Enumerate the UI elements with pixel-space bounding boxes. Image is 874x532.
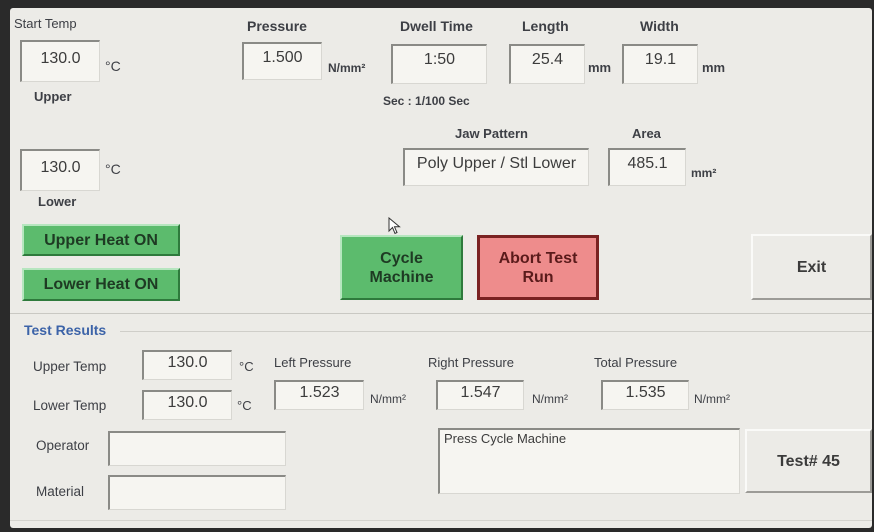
results-separator bbox=[10, 313, 872, 314]
upper-label: Upper bbox=[34, 89, 72, 104]
width-label: Width bbox=[640, 18, 679, 34]
total-pressure-field: 1.535 bbox=[601, 380, 689, 410]
upper-temp-unit: °C bbox=[105, 58, 121, 74]
test-number-button[interactable]: Test# 45 bbox=[745, 429, 872, 493]
pressure-label: Pressure bbox=[247, 18, 307, 34]
upper-temp-result-field: 130.0 bbox=[142, 350, 232, 380]
operator-label: Operator bbox=[36, 438, 90, 453]
test-results-title: Test Results bbox=[24, 322, 107, 338]
lower-label: Lower bbox=[38, 194, 77, 209]
right-pressure-label: Right Pressure bbox=[428, 355, 514, 370]
abort-line1: Abort Test bbox=[498, 249, 578, 267]
lower-temp-result-unit: °C bbox=[237, 398, 252, 413]
area-unit: mm² bbox=[691, 166, 717, 180]
pressure-unit: N/mm² bbox=[328, 61, 366, 75]
bottom-rule bbox=[10, 520, 872, 521]
area-field[interactable]: 485.1 bbox=[608, 148, 686, 186]
material-field[interactable] bbox=[108, 475, 286, 510]
results-title-rule bbox=[120, 331, 872, 332]
lower-temp-result-field: 130.0 bbox=[142, 390, 232, 420]
right-pressure-field: 1.547 bbox=[436, 380, 524, 410]
cycle-machine-line2: Machine bbox=[369, 268, 434, 286]
length-unit: mm bbox=[588, 60, 612, 75]
upper-start-temp-field[interactable]: 130.0 bbox=[20, 40, 100, 82]
dwell-time-label: Dwell Time bbox=[400, 18, 473, 34]
area-label: Area bbox=[632, 126, 661, 141]
pressure-field[interactable]: 1.500 bbox=[242, 42, 322, 80]
right-pressure-unit: N/mm² bbox=[532, 392, 568, 406]
start-temp-label: Start Temp bbox=[14, 16, 77, 31]
abort-line2: Run bbox=[522, 268, 554, 286]
lower-temp-unit: °C bbox=[105, 161, 121, 177]
total-pressure-unit: N/mm² bbox=[694, 392, 730, 406]
upper-temp-result-unit: °C bbox=[239, 359, 254, 374]
abort-test-run-button[interactable]: Abort Test Run bbox=[477, 235, 599, 300]
status-message-box: Press Cycle Machine bbox=[438, 428, 740, 494]
dwell-time-field[interactable]: 1:50 bbox=[391, 44, 487, 84]
cycle-machine-button[interactable]: Cycle Machine bbox=[340, 235, 463, 300]
exit-button[interactable]: Exit bbox=[751, 234, 872, 300]
left-pressure-label: Left Pressure bbox=[274, 355, 352, 370]
dwell-time-note: Sec : 1/100 Sec bbox=[383, 94, 470, 108]
total-pressure-label: Total Pressure bbox=[594, 355, 678, 370]
cycle-machine-line1: Cycle bbox=[380, 249, 423, 267]
upper-temp-result-label: Upper Temp bbox=[33, 359, 107, 374]
width-unit: mm bbox=[702, 60, 726, 75]
test-screen: Start Temp 130.0 °C Upper Pressure 1.500… bbox=[10, 8, 872, 528]
jaw-pattern-label: Jaw Pattern bbox=[455, 126, 528, 141]
lower-heat-on-button[interactable]: Lower Heat ON bbox=[22, 268, 180, 301]
width-field[interactable]: 19.1 bbox=[622, 44, 698, 84]
left-pressure-field: 1.523 bbox=[274, 380, 364, 410]
jaw-pattern-field[interactable]: Poly Upper / Stl Lower bbox=[403, 148, 589, 186]
operator-field[interactable] bbox=[108, 431, 286, 466]
left-pressure-unit: N/mm² bbox=[370, 392, 406, 406]
length-label: Length bbox=[522, 18, 569, 34]
material-label: Material bbox=[36, 484, 85, 499]
mouse-cursor-icon bbox=[388, 217, 401, 235]
upper-heat-on-button[interactable]: Upper Heat ON bbox=[22, 224, 180, 256]
lower-start-temp-field[interactable]: 130.0 bbox=[20, 149, 100, 191]
length-field[interactable]: 25.4 bbox=[509, 44, 585, 84]
lower-temp-result-label: Lower Temp bbox=[33, 398, 107, 413]
